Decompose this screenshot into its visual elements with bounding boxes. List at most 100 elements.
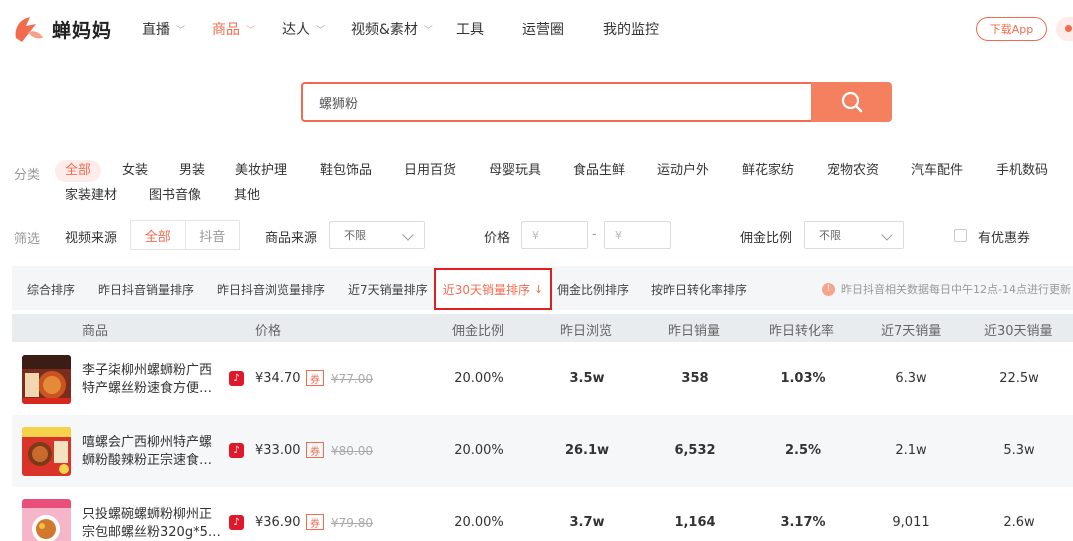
price-max-input[interactable]: ¥ bbox=[604, 221, 671, 249]
table-row[interactable]: 只投螺碗螺蛳粉柳州正宗包邮螺丝粉320g*5… ♪ ¥36.90 券 ¥79.8… bbox=[12, 487, 1073, 541]
coupon-label: 有优惠券 bbox=[978, 231, 1031, 246]
video-source-label: 视频来源 bbox=[65, 231, 118, 246]
chevron-down-icon: ﹀ bbox=[176, 25, 186, 36]
yesterday-views: 3.5w bbox=[569, 371, 605, 386]
product-price: ¥36.90 bbox=[255, 515, 301, 530]
product-source-select[interactable]: 不限 bbox=[329, 221, 425, 249]
category-item-digital[interactable]: 手机数码 bbox=[996, 160, 1048, 182]
category-item-all[interactable]: 全部 bbox=[55, 160, 102, 182]
user-menu-button[interactable] bbox=[1056, 17, 1073, 41]
category-item-beauty[interactable]: 美妆护理 bbox=[235, 160, 287, 182]
product-name[interactable]: 嘻螺会广西柳州特产螺蛳粉酸辣粉正宗速食… bbox=[82, 434, 222, 470]
product-thumbnail[interactable] bbox=[22, 355, 71, 404]
category-item-other[interactable]: 其他 bbox=[234, 185, 260, 207]
price-label: 价格 bbox=[484, 231, 511, 246]
download-app-button[interactable]: 下载App bbox=[976, 17, 1047, 41]
search-field[interactable] bbox=[301, 82, 812, 122]
category-item-sports[interactable]: 运动户外 bbox=[657, 160, 709, 182]
commission-value: 20.00% bbox=[454, 371, 504, 386]
nav-item-influencers[interactable]: 达人 ﹀ bbox=[282, 19, 351, 39]
commission-value: 20.00% bbox=[454, 515, 504, 530]
update-notice-text: 昨日抖音相关数据每日中午12点-14点进行更新 bbox=[841, 283, 1071, 296]
original-price: ¥79.80 bbox=[331, 516, 373, 530]
sales-30day: 5.3w bbox=[1003, 443, 1035, 458]
info-icon: ! bbox=[822, 282, 835, 296]
sales-7day: 6.3w bbox=[895, 371, 927, 386]
nav-item-tools[interactable]: 工具 bbox=[456, 19, 522, 39]
category-item-food[interactable]: 食品生鲜 bbox=[573, 160, 625, 182]
sort-item-yesterday-sales[interactable]: 昨日抖音销量排序 bbox=[98, 281, 194, 298]
douyin-icon: ♪ bbox=[229, 443, 244, 458]
product-thumbnail[interactable] bbox=[22, 427, 71, 476]
category-item-mens[interactable]: 男装 bbox=[179, 160, 205, 182]
column-header-commission[interactable]: 佣金比例 bbox=[452, 320, 504, 339]
nav-item-products[interactable]: 商品 ﹀ bbox=[212, 19, 282, 39]
main-nav: 直播 ﹀ 商品 ﹀ 达人 ﹀ 视频&素材 ﹀ 工具 运营圈 我的监控 bbox=[142, 19, 683, 39]
sort-item-30day-sales[interactable]: 近30天销量排序 ↓ bbox=[434, 268, 552, 310]
product-thumbnail[interactable] bbox=[22, 499, 71, 541]
price-dash: - bbox=[592, 227, 597, 242]
yesterday-conversion: 1.03% bbox=[780, 371, 826, 386]
sales-7day: 2.1w bbox=[895, 443, 927, 458]
chevron-down-icon: ﹀ bbox=[423, 25, 433, 36]
search-icon bbox=[841, 91, 862, 113]
price-min-input[interactable]: ¥ bbox=[521, 221, 588, 249]
price-max-placeholder: ¥ bbox=[615, 228, 622, 242]
category-item-auto[interactable]: 汽车配件 bbox=[911, 160, 963, 182]
yesterday-views: 3.7w bbox=[569, 515, 605, 530]
chevron-down-icon: ﹀ bbox=[316, 25, 326, 36]
sort-desc-icon: ↓ bbox=[534, 282, 544, 296]
table-row[interactable]: 嘻螺会广西柳州特产螺蛳粉酸辣粉正宗速食… ♪ ¥33.00 券 ¥80.00 2… bbox=[12, 415, 1073, 487]
sort-item-overall[interactable]: 综合排序 bbox=[27, 281, 75, 298]
product-name[interactable]: 李子柒柳州螺蛳粉广西特产螺丝粉速食方便… bbox=[82, 362, 222, 398]
video-source-all[interactable]: 全部 bbox=[131, 221, 186, 249]
chevron-down-icon: ﹀ bbox=[246, 25, 256, 36]
nav-item-my-monitor[interactable]: 我的监控 bbox=[603, 19, 683, 39]
filter-label: 筛选 bbox=[14, 232, 41, 247]
column-header-30day-sales[interactable]: 近30天销量 bbox=[984, 320, 1053, 339]
category-item-daily[interactable]: 日用百货 bbox=[404, 160, 456, 182]
category-item-home[interactable]: 家装建材 bbox=[65, 185, 117, 207]
douyin-icon: ♪ bbox=[229, 371, 244, 386]
commission-value: 不限 bbox=[819, 229, 841, 242]
sort-item-yesterday-views[interactable]: 昨日抖音浏览量排序 bbox=[217, 281, 325, 298]
table-header: 商品 价格 佣金比例 昨日浏览 昨日销量 昨日转化率 近7天销量 近30天销量 bbox=[12, 314, 1073, 342]
category-item-bags[interactable]: 鞋包饰品 bbox=[320, 160, 372, 182]
sort-item-commission[interactable]: 佣金比例排序 bbox=[557, 281, 629, 298]
category-item-books[interactable]: 图书音像 bbox=[149, 185, 201, 207]
nav-item-label: 视频&素材 bbox=[351, 22, 418, 38]
sales-30day: 22.5w bbox=[999, 371, 1039, 386]
nav-item-live[interactable]: 直播 ﹀ bbox=[142, 19, 212, 39]
commission-select[interactable]: 不限 bbox=[804, 221, 904, 249]
original-price: ¥80.00 bbox=[331, 444, 373, 458]
product-image bbox=[22, 427, 71, 476]
sales-30day: 2.6w bbox=[1003, 515, 1035, 530]
search-input[interactable] bbox=[319, 94, 812, 110]
column-header-7day-sales[interactable]: 近7天销量 bbox=[881, 320, 941, 339]
column-header-views[interactable]: 昨日浏览 bbox=[560, 320, 612, 339]
coupon-checkbox[interactable] bbox=[954, 229, 967, 242]
category-item-textile[interactable]: 鲜花家纺 bbox=[742, 160, 794, 182]
category-item-womens[interactable]: 女装 bbox=[122, 160, 148, 182]
logo-icon bbox=[15, 17, 43, 42]
nav-item-video-material[interactable]: 视频&素材 ﹀ bbox=[351, 19, 456, 39]
table-row[interactable]: 李子柒柳州螺蛳粉广西特产螺丝粉速食方便… ♪ ¥34.70 券 ¥77.00 2… bbox=[12, 343, 1073, 415]
column-header-price: 价格 bbox=[255, 324, 282, 339]
search-button[interactable] bbox=[811, 82, 892, 122]
product-price: ¥33.00 bbox=[255, 443, 301, 458]
sort-item-conversion[interactable]: 按昨日转化率排序 bbox=[651, 281, 747, 298]
yesterday-sales: 358 bbox=[681, 371, 709, 386]
yesterday-conversion: 3.17% bbox=[780, 515, 826, 530]
column-header-conversion[interactable]: 昨日转化率 bbox=[769, 320, 834, 339]
sort-item-7day-sales[interactable]: 近7天销量排序 bbox=[348, 281, 428, 298]
product-name[interactable]: 只投螺碗螺蛳粉柳州正宗包邮螺丝粉320g*5… bbox=[82, 506, 222, 541]
column-header-sales[interactable]: 昨日销量 bbox=[668, 320, 720, 339]
nav-item-label: 达人 bbox=[282, 22, 310, 38]
category-item-pets[interactable]: 宠物农资 bbox=[827, 160, 879, 182]
nav-item-label: 工具 bbox=[456, 22, 484, 38]
category-item-baby[interactable]: 母婴玩具 bbox=[489, 160, 541, 182]
logo[interactable]: 蝉妈妈 bbox=[12, 12, 112, 46]
nav-item-community[interactable]: 运营圈 bbox=[522, 19, 603, 39]
video-source-douyin[interactable]: 抖音 bbox=[186, 221, 240, 249]
sort-item-label: 近30天销量排序 bbox=[442, 282, 531, 297]
